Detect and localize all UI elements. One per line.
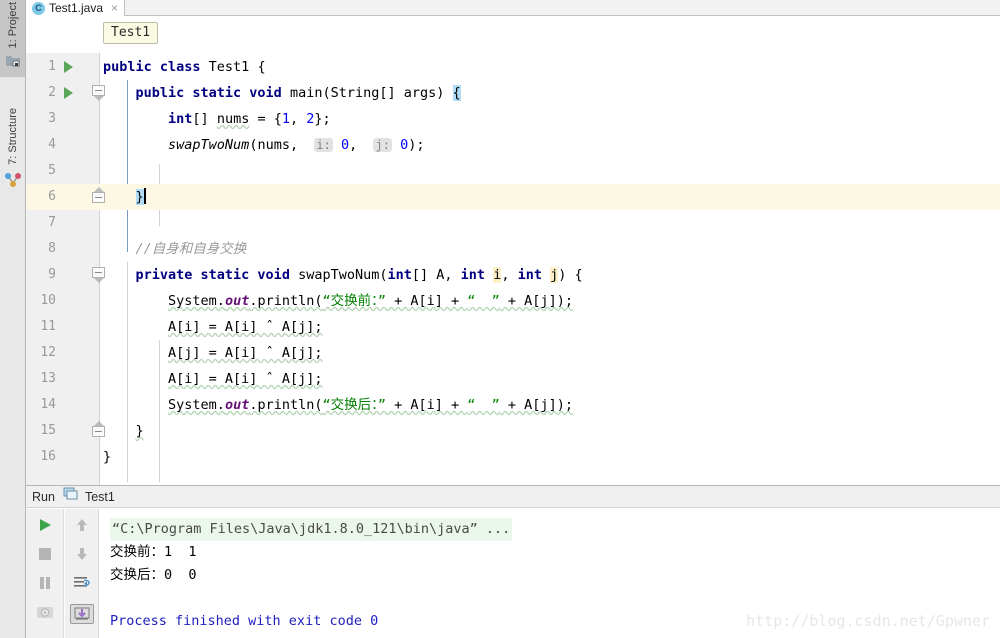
sidebar-item-structure[interactable]: 7: Structure xyxy=(0,106,25,198)
run-label: Run xyxy=(32,489,55,504)
line-number: 16 xyxy=(40,449,56,464)
sidebar-item-project[interactable]: 1: Project xyxy=(0,0,25,78)
line-number: 4 xyxy=(48,137,56,152)
java-class-icon: C xyxy=(32,1,45,15)
editor-line-row[interactable]: 1 public class Test1 { xyxy=(26,54,1000,80)
line-number: 8 xyxy=(48,241,56,256)
run-config-icon xyxy=(63,487,79,506)
editor-line-row[interactable]: 7 xyxy=(26,210,1000,236)
editor-line-row[interactable]: 14 System.out.println(“交换后：” + A[i] + “ … xyxy=(26,392,1000,418)
editor-line-row[interactable]: 10 System.out.println(“交换前：” + A[i] + “ … xyxy=(26,288,1000,314)
line-number: 15 xyxy=(40,423,56,438)
stop-button[interactable] xyxy=(26,542,63,570)
code-line-text: } xyxy=(135,423,144,439)
dump-threads-button[interactable] xyxy=(26,600,63,628)
line-number: 13 xyxy=(40,371,56,386)
sidebar-item-structure-label: 7: Structure xyxy=(6,108,19,165)
structure-node-icon xyxy=(4,171,22,194)
soft-wrap-button[interactable] xyxy=(65,571,98,599)
camera-icon xyxy=(36,604,54,625)
code-editor[interactable]: 1 public class Test1 { 2 public static voi… xyxy=(26,53,1000,485)
console-line: Process finished with exit code 0 xyxy=(110,613,379,629)
editor-tab-bar: C Test1.java × xyxy=(26,0,1000,16)
line-number: 1 xyxy=(48,59,56,74)
rerun-button[interactable] xyxy=(26,513,63,541)
editor-line-row[interactable]: 4 swapTwoNum(nums, i: 0, j: 0); xyxy=(26,132,1000,158)
project-folder-icon xyxy=(5,54,21,73)
code-line-text: //自身和自身交换 xyxy=(135,241,247,257)
editor-line-row[interactable]: 6 } xyxy=(26,184,1000,210)
code-line-text: A[i] = A[i] ˆ A[j]; xyxy=(168,319,323,335)
tab-label: Test1.java xyxy=(49,1,104,15)
code-line-text: A[j] = A[i] ˆ A[j]; xyxy=(168,345,323,361)
soft-wrap-icon xyxy=(72,575,92,596)
run-gutter-icon[interactable] xyxy=(64,61,73,73)
console-line: “C:\Program Files\Java\jdk1.8.0_121\bin\… xyxy=(110,518,513,541)
line-number: 11 xyxy=(40,319,56,334)
line-number: 10 xyxy=(40,293,56,308)
editor-line-row[interactable]: 15 } xyxy=(26,418,1000,444)
line-number: 3 xyxy=(48,111,56,126)
code-line-text: System.out.println(“交换前：” + A[i] + “ ” +… xyxy=(168,293,573,309)
prev-occurrence-button[interactable] xyxy=(65,513,98,541)
run-config-name[interactable]: Test1 xyxy=(85,490,115,504)
arrow-up-icon xyxy=(74,517,90,538)
line-number: 9 xyxy=(48,267,56,282)
scroll-to-end-icon xyxy=(69,604,94,624)
pause-icon xyxy=(37,575,53,596)
run-gutter-icon[interactable] xyxy=(64,87,73,99)
sidebar-item-project-label: 1: Project xyxy=(6,2,19,49)
console-line: 交换前：1 1 xyxy=(110,544,197,560)
line-number: 6 xyxy=(48,189,56,204)
stop-icon xyxy=(37,546,53,567)
run-toolbar-right xyxy=(65,509,99,638)
watermark: http://blog.csdn.net/Gpwner xyxy=(746,612,990,630)
editor-line-row[interactable]: 16} xyxy=(26,444,1000,470)
tab-test1-java[interactable]: C Test1.java × xyxy=(26,0,126,16)
code-line-text: public class Test1 { xyxy=(103,59,266,75)
run-toolbar-left xyxy=(26,509,64,638)
next-occurrence-button[interactable] xyxy=(65,542,98,570)
scroll-to-end-button[interactable] xyxy=(65,600,98,628)
console-line: 交换后：0 0 xyxy=(110,567,197,583)
line-number: 14 xyxy=(40,397,56,412)
breadcrumb-test1[interactable]: Test1 xyxy=(103,22,159,44)
line-number: 7 xyxy=(48,215,56,230)
editor-line-row[interactable]: 8 //自身和自身交换 xyxy=(26,236,1000,262)
run-panel-header: Run Test1 xyxy=(26,486,1000,508)
code-line-text: swapTwoNum(nums, i: 0, j: 0); xyxy=(168,137,425,153)
code-line-text: private static void swapTwoNum(int[] A, … xyxy=(135,267,583,283)
code-line-text: int[] nums = {1, 2}; xyxy=(168,111,331,127)
editor-line-row[interactable]: 11 A[i] = A[i] ˆ A[j]; xyxy=(26,314,1000,340)
line-number: 5 xyxy=(48,163,56,178)
arrow-down-icon xyxy=(74,546,90,567)
editor-line-row[interactable]: 9 private static void swapTwoNum(int[] A… xyxy=(26,262,1000,288)
editor-line-row[interactable]: 5 xyxy=(26,158,1000,184)
code-line-text: System.out.println(“交换后：” + A[i] + “ ” +… xyxy=(168,397,573,413)
run-icon xyxy=(37,517,53,538)
editor-line-row[interactable]: 3 int[] nums = {1, 2}; xyxy=(26,106,1000,132)
code-line-text: } xyxy=(103,449,112,465)
editor-line-row[interactable]: 13 A[i] = A[i] ˆ A[j]; xyxy=(26,366,1000,392)
left-tool-strip: 1: Project 7: Structure xyxy=(0,0,26,638)
code-line-text: A[i] = A[i] ˆ A[j]; xyxy=(168,371,323,387)
close-icon[interactable]: × xyxy=(111,2,118,14)
editor-line-row[interactable]: 2 public static void main(String[] args)… xyxy=(26,80,1000,106)
editor-line-row[interactable]: 12 A[j] = A[i] ˆ A[j]; xyxy=(26,340,1000,366)
code-line-text: } xyxy=(135,188,146,205)
breadcrumb-bar: Test1 xyxy=(26,17,1000,53)
line-number: 12 xyxy=(40,345,56,360)
pause-button[interactable] xyxy=(26,571,63,599)
code-line-text: public static void main(String[] args) { xyxy=(135,85,461,101)
line-number: 2 xyxy=(48,85,56,100)
ide-window: 1: Project 7: Structure C Test1.java × T… xyxy=(0,0,1000,638)
